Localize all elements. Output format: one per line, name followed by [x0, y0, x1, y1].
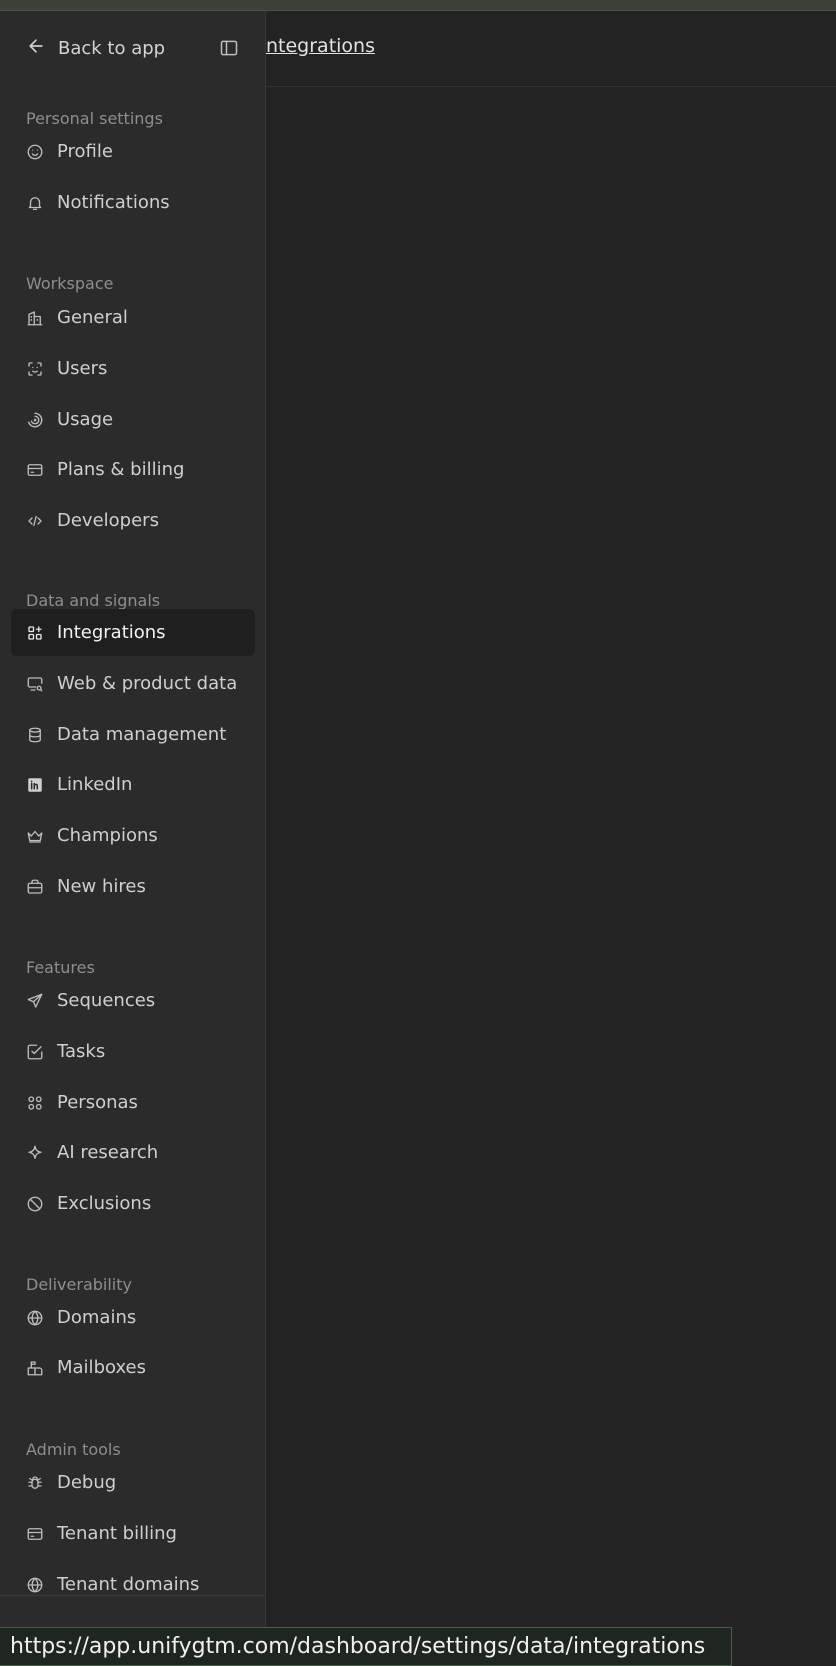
sidebar-item-integrations[interactable]: Integrations	[11, 609, 255, 656]
section-title: Features	[26, 958, 95, 977]
linkedin-icon	[26, 776, 44, 794]
sidebar-header: Back to app	[0, 11, 265, 83]
sidebar-item-debug[interactable]: Debug	[11, 1459, 255, 1506]
main-content: ntegrations	[266, 11, 836, 1666]
main-header: ntegrations	[266, 11, 836, 87]
sidebar-item-champions[interactable]: Champions	[11, 812, 255, 859]
sidebar-toggle-icon	[219, 40, 239, 62]
user-scan-icon	[26, 360, 44, 378]
sidebar-item-general[interactable]: General	[11, 294, 255, 341]
sidebar-item-data-management[interactable]: Data management	[11, 711, 255, 758]
back-to-app-button[interactable]: Back to app	[26, 34, 165, 62]
sidebar-item-notifications[interactable]: Notifications	[11, 179, 255, 226]
back-to-app-label: Back to app	[58, 37, 166, 59]
link-preview-status-bar: https://app.unifygtm.com/dashboard/setti…	[0, 1627, 732, 1666]
collapse-sidebar-button[interactable]	[219, 38, 239, 58]
sidebar-item-domains[interactable]: Domains	[11, 1294, 255, 1341]
sidebar-item-usage[interactable]: Usage	[11, 396, 255, 443]
crown-icon	[26, 827, 44, 845]
grid-plus-icon	[26, 624, 44, 642]
credit-card-icon	[26, 1525, 44, 1543]
sidebar-item-label: Notifications	[57, 192, 170, 213]
database-icon	[26, 726, 44, 744]
sidebar-item-label: Tenant billing	[57, 1523, 177, 1544]
sidebar-item-label: Users	[57, 358, 108, 379]
sidebar-item-sequences[interactable]: Sequences	[11, 977, 255, 1024]
building-icon	[26, 309, 44, 327]
sidebar-item-label: General	[57, 307, 128, 328]
bell-icon	[26, 194, 44, 212]
sidebar-item-label: Plans & billing	[57, 459, 185, 480]
sidebar-item-label: Data management	[57, 724, 227, 745]
sidebar-item-label: AI research	[57, 1142, 159, 1163]
persona-grid-icon	[26, 1094, 44, 1112]
sidebar-item-developers[interactable]: Developers	[11, 497, 255, 544]
sidebar-item-linkedin[interactable]: LinkedIn	[11, 761, 255, 808]
sidebar-item-label: Debug	[57, 1472, 117, 1493]
sidebar-item-label: Integrations	[57, 622, 166, 643]
sparkle-icon	[26, 1144, 44, 1162]
sidebar-item-web-product-data[interactable]: Web & product data	[11, 660, 255, 707]
sidebar-item-label: Domains	[57, 1307, 137, 1328]
sidebar-item-tasks[interactable]: Tasks	[11, 1028, 255, 1075]
bug-icon	[26, 1474, 44, 1492]
spiral-gauge-icon	[26, 411, 44, 429]
mailbox-icon	[26, 1359, 44, 1377]
briefcase-icon	[26, 878, 44, 896]
smile-icon	[26, 143, 44, 161]
section-title: Deliverability	[26, 1275, 132, 1294]
sidebar-item-exclusions[interactable]: Exclusions	[11, 1180, 255, 1227]
sidebar-item-new-hires[interactable]: New hires	[11, 863, 255, 910]
code-icon	[26, 512, 44, 530]
check-square-icon	[26, 1043, 44, 1061]
sidebar-item-label: Mailboxes	[57, 1357, 146, 1378]
sidebar-item-label: LinkedIn	[57, 774, 133, 795]
arrow-left-icon	[26, 36, 46, 60]
sidebar-item-tenant-billing[interactable]: Tenant billing	[11, 1510, 255, 1557]
section-title: Personal settings	[26, 109, 163, 128]
sidebar-item-label: Champions	[57, 825, 158, 846]
send-icon	[26, 992, 44, 1010]
sidebar-item-label: Developers	[57, 510, 159, 531]
sidebar-item-personas[interactable]: Personas	[11, 1079, 255, 1126]
sidebar-item-label: Usage	[57, 409, 114, 430]
ban-icon	[26, 1195, 44, 1213]
sidebar-item-plans-billing[interactable]: Plans & billing	[11, 446, 255, 493]
section-title: Workspace	[26, 274, 114, 293]
credit-card-icon	[26, 461, 44, 479]
breadcrumb-integrations-link[interactable]: ntegrations	[266, 35, 506, 57]
sidebar-item-label: New hires	[57, 876, 146, 897]
settings-sidebar: Back to app Personal settings Profile Noti…	[0, 11, 266, 1666]
window-top-strip	[0, 0, 836, 11]
sidebar-item-label: Personas	[57, 1092, 138, 1113]
section-title: Admin tools	[26, 1440, 121, 1459]
sidebar-item-label: Profile	[57, 141, 113, 162]
section-title: Data and signals	[26, 591, 161, 610]
sidebar-item-label: Tasks	[57, 1041, 106, 1062]
sidebar-item-label: Exclusions	[57, 1193, 152, 1214]
sidebar-item-profile[interactable]: Profile	[11, 128, 255, 175]
globe-icon	[26, 1576, 44, 1594]
sidebar-item-label: Web & product data	[57, 673, 238, 694]
monitor-search-icon	[26, 675, 44, 693]
sidebar-item-users[interactable]: Users	[11, 345, 255, 392]
sidebar-item-label: Tenant domains	[57, 1574, 200, 1595]
sidebar-item-ai-research[interactable]: AI research	[11, 1129, 255, 1176]
sidebar-item-mailboxes[interactable]: Mailboxes	[11, 1344, 255, 1391]
sidebar-item-label: Sequences	[57, 990, 156, 1011]
globe-icon	[26, 1309, 44, 1327]
